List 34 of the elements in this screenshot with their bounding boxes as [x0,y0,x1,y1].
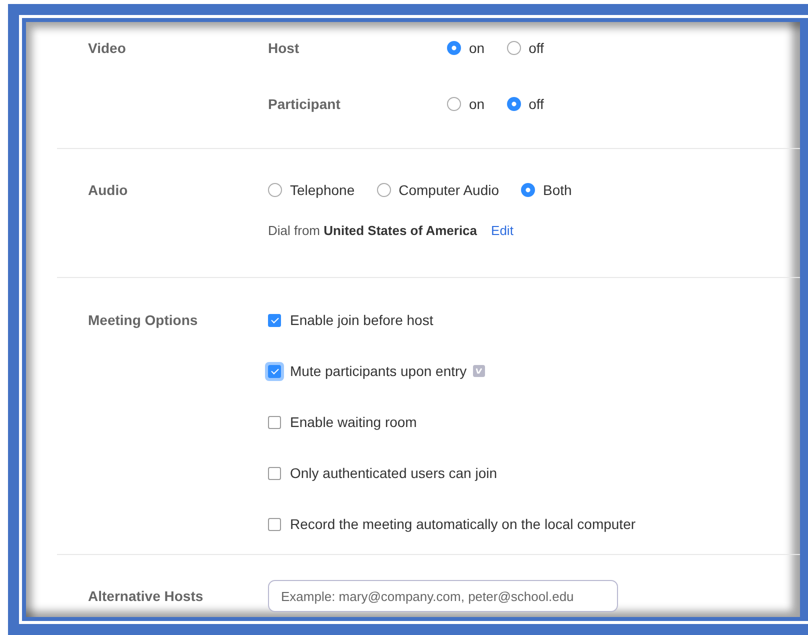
info-icon[interactable] [472,365,485,377]
radio-button[interactable] [521,183,536,197]
section-label: Alternative Hosts [88,587,204,606]
checkbox[interactable] [268,416,281,428]
radio-button[interactable] [447,41,461,55]
option-label: off [528,40,544,56]
option-label: on [469,40,485,56]
checkbox[interactable] [268,314,281,326]
option-label: Telephone [290,182,355,198]
checkbox-label: Mute participants upon entry [290,363,467,379]
dial-text: Dial from United States of America [268,222,478,238]
checkbox[interactable] [268,364,281,378]
checkbox-label: Enable join before host [290,312,434,328]
section-label: Video [88,39,127,58]
option-label: Computer Audio [398,182,500,198]
section-label: Meeting Options [88,311,199,330]
checkbox[interactable] [268,466,281,480]
section-label: Audio [88,181,129,200]
checkbox-label: Only authenticated users can join [290,465,498,481]
radio-button[interactable] [447,97,461,111]
radio-button[interactable] [268,183,282,197]
radio-button[interactable] [376,183,391,197]
input-field[interactable]: Example: mary@company.com, peter@school.edu [268,580,618,612]
option-label: on [469,96,485,112]
option-label: Both [543,182,572,198]
checkbox-label: Enable waiting room [290,414,417,430]
edit-link[interactable]: Edit [491,222,514,238]
radio-button[interactable] [506,97,521,111]
option-label: off [528,96,544,112]
setting-label: Host [268,40,300,56]
checkbox[interactable] [268,518,281,530]
radio-button[interactable] [506,41,521,55]
setting-label: Participant [268,96,342,112]
checkbox-label: Record the meeting automatically on the local computer [290,516,636,532]
